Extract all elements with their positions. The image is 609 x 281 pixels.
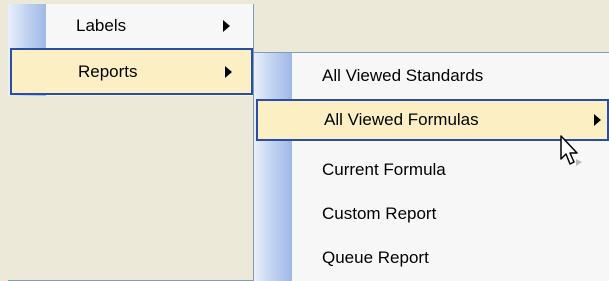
submenu-arrow-icon: [594, 114, 601, 126]
menu-item-label: Labels: [76, 16, 127, 35]
menu-item-label: Current Formula: [322, 160, 446, 179]
menu-item-labels[interactable]: Labels: [8, 4, 253, 48]
menu-empty-area: [8, 96, 253, 280]
menu-item-label: All Viewed Standards: [322, 66, 484, 85]
submenu-arrow-icon: [225, 65, 232, 78]
reports-submenu: All Viewed Standards All Viewed Formulas…: [253, 52, 609, 281]
menu-item-label: Custom Report: [322, 204, 437, 223]
menu-item-reports[interactable]: Reports: [10, 48, 253, 95]
menu-item-current-formula[interactable]: Current Formula: [254, 148, 609, 192]
submenu-arrow-icon: [223, 20, 230, 32]
menu-item-label: Queue Report: [322, 248, 429, 267]
menu-item-all-viewed-standards[interactable]: All Viewed Standards: [254, 54, 609, 98]
menu-item-label: Reports: [78, 61, 138, 81]
menu-item-all-viewed-formulas[interactable]: All Viewed Formulas: [256, 99, 609, 141]
menu-item-label: All Viewed Formulas: [324, 110, 479, 129]
context-menu: Labels Reports: [8, 4, 254, 281]
menu-item-queue-report[interactable]: Queue Report: [254, 236, 609, 280]
menu-item-custom-report[interactable]: Custom Report: [254, 192, 609, 236]
mouse-cursor-icon: [560, 135, 582, 166]
